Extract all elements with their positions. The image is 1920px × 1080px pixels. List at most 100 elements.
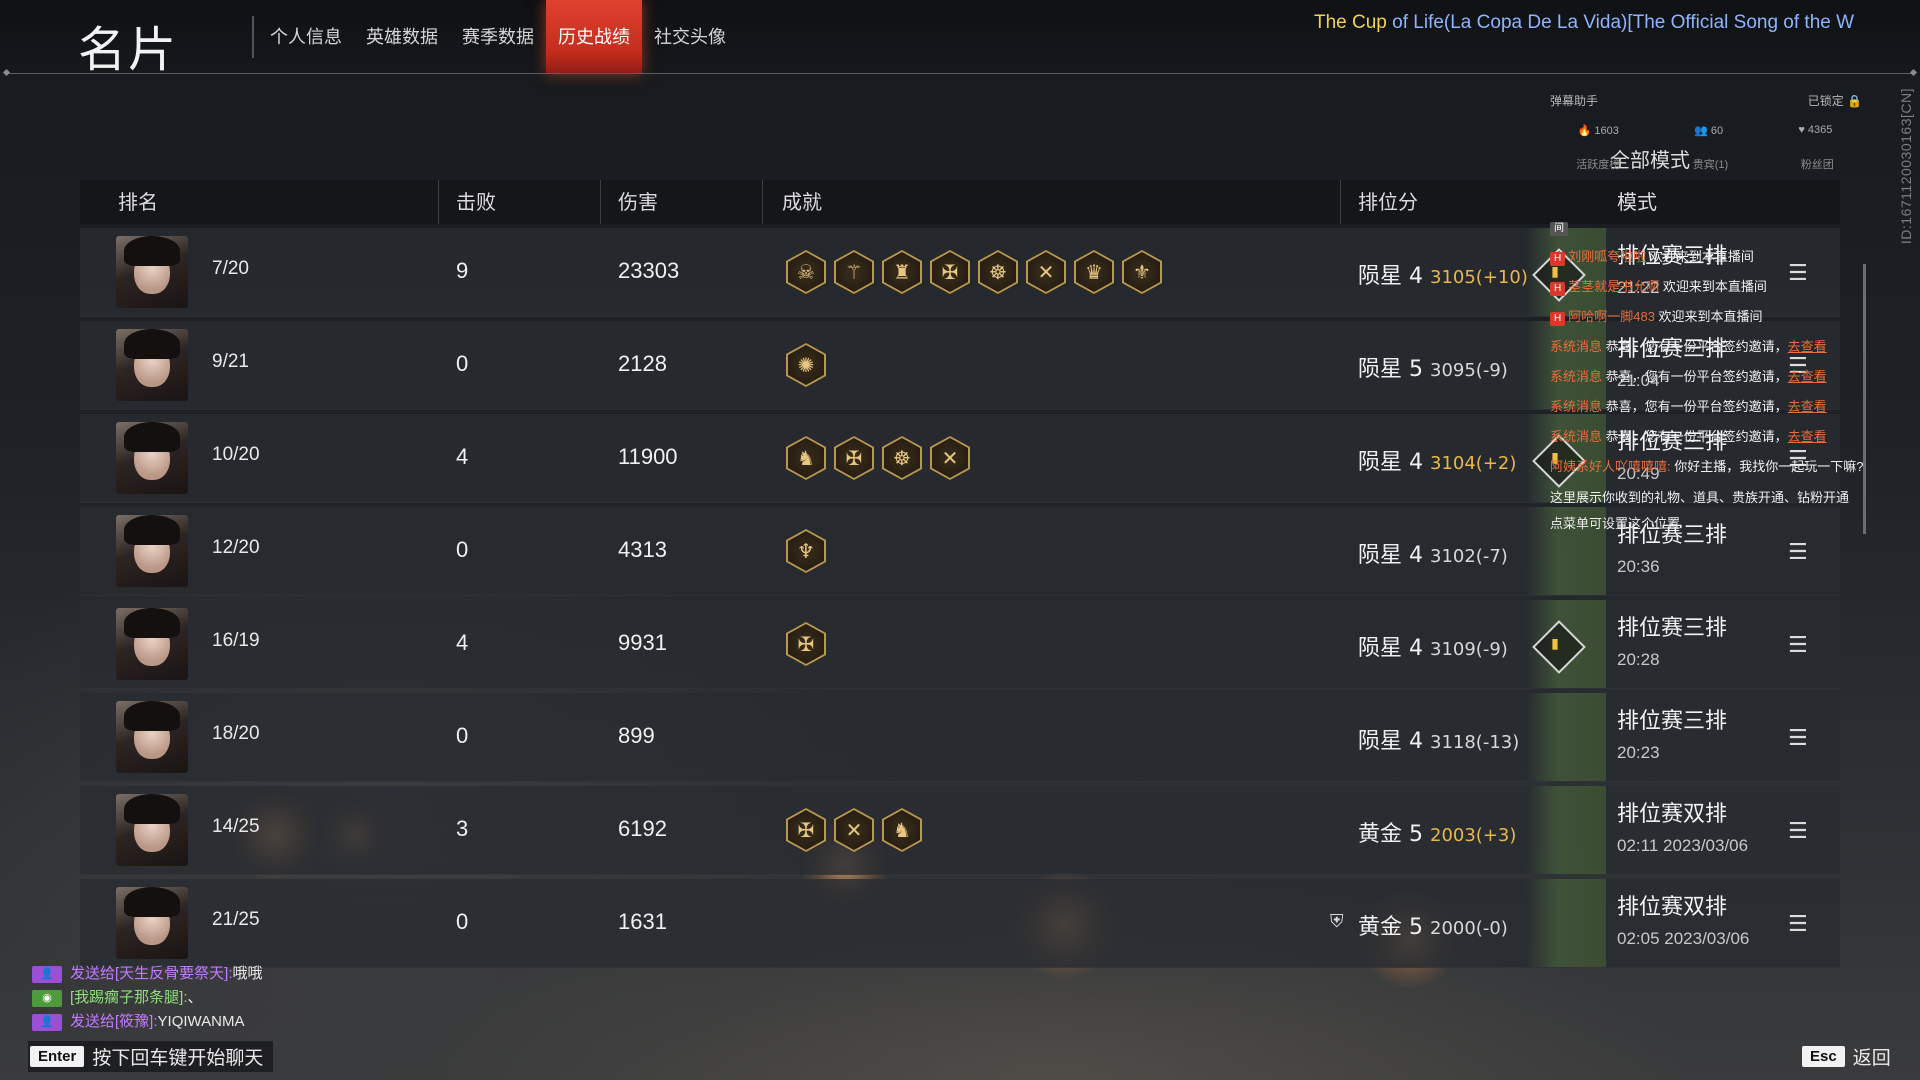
danmaku-view-link[interactable]: 去查看 xyxy=(1788,369,1827,384)
achievement-badge-icon[interactable]: ♞ xyxy=(786,436,826,480)
header-achievements: 成就 xyxy=(782,190,822,214)
tier-name: 陨星 4 xyxy=(1358,543,1423,568)
rank-score: 陨星 4 3118(-13) xyxy=(1358,723,1519,755)
header-separator xyxy=(438,180,439,224)
player-id: ID:1671120030163[CN] xyxy=(1898,88,1914,245)
rank-score: 陨星 4 3109(-9) xyxy=(1358,630,1508,662)
chat-input-hint[interactable]: Enter 按下回车键开始聊天 xyxy=(28,1041,274,1072)
tier-name: 黄金 5 xyxy=(1358,915,1423,940)
song-title-highlight: The Cup xyxy=(1314,12,1387,33)
chat-team-icon: ◉ xyxy=(32,989,62,1007)
achievement-badge-icon[interactable]: ✠ xyxy=(786,622,826,666)
achievement-badge-icon[interactable]: ⚚ xyxy=(834,250,874,294)
danmaku-sender: 阿姨系好人吖嘻嘻嘻: xyxy=(1550,459,1671,474)
tab-vip[interactable]: 贵宾(1) xyxy=(1693,156,1728,172)
achievement-list: ✺ xyxy=(786,343,826,387)
header-kills: 击败 xyxy=(456,190,496,214)
score-change: 2003(+3) xyxy=(1430,825,1517,846)
rank-protect-shield-icon: ⛨ xyxy=(1330,911,1344,931)
score-change: 3102(-7) xyxy=(1430,546,1508,567)
damage-value: 899 xyxy=(618,723,655,748)
hero-avatar xyxy=(116,701,188,773)
rank-value: 12/20 xyxy=(212,537,260,558)
tier-name: 陨星 4 xyxy=(1358,450,1423,475)
tier-name: 陨星 4 xyxy=(1358,729,1423,754)
achievement-badge-icon[interactable]: ☸ xyxy=(882,436,922,480)
tab-social-avatar[interactable]: 社交头像 xyxy=(642,0,738,74)
achievement-badge-icon[interactable]: ☸ xyxy=(978,250,1018,294)
chat-user-icon: 👤 xyxy=(32,1013,62,1031)
achievement-badge-icon[interactable]: ✠ xyxy=(786,808,826,852)
chat-hint-text: 按下回车键开始聊天 xyxy=(92,1047,264,1069)
header-score: 排位分 xyxy=(1358,190,1418,214)
nav-divider xyxy=(252,16,254,58)
score-change: 3105(+10) xyxy=(1430,267,1528,288)
score-change: 2000(-0) xyxy=(1430,918,1508,939)
hero-avatar xyxy=(116,236,188,308)
tier-name: 陨星 4 xyxy=(1358,636,1423,661)
danmaku-text: 恭喜，您有一份平台签约邀请， xyxy=(1602,369,1788,384)
achievement-list: ✠ xyxy=(786,622,826,666)
chat-sender: 发送给[筱豫]: xyxy=(70,1013,158,1030)
enter-key-badge: Enter xyxy=(30,1046,85,1067)
kills-value: 0 xyxy=(456,351,469,376)
hero-avatar xyxy=(116,794,188,866)
rank-score: 陨星 4 3104(+2) xyxy=(1358,444,1516,476)
danmaku-sender: 系统消息 xyxy=(1550,429,1603,444)
achievement-badge-icon[interactable]: ✕ xyxy=(834,808,874,852)
danmaku-view-link[interactable]: 去查看 xyxy=(1788,339,1827,354)
esc-key-badge: Esc xyxy=(1802,1046,1845,1067)
stat-viewers: 👥 60 xyxy=(1694,125,1724,137)
tab-match-history[interactable]: 历史战绩 xyxy=(546,0,642,74)
danmaku-line: 系统消息 恭喜，您有一份平台签约邀请，去查看 xyxy=(1550,392,1866,422)
damage-value: 6192 xyxy=(618,816,667,841)
danmaku-sender: 阿哈啊一脚483 xyxy=(1568,309,1655,324)
danmaku-view-link[interactable]: 去查看 xyxy=(1788,399,1827,414)
tab-fan-club[interactable]: 粉丝团 xyxy=(1801,156,1834,172)
achievement-list: ☠ ⚚ ♜ ✠ ☸ ✕ ♛ ⚜ xyxy=(786,250,1162,294)
chat-message: 哦哦 xyxy=(232,965,263,982)
damage-value: 9931 xyxy=(618,630,667,655)
achievement-badge-icon[interactable]: ♞ xyxy=(882,808,922,852)
achievement-badge-icon[interactable]: ✠ xyxy=(834,436,874,480)
danmaku-text: 你好主播，我找你一起玩一下嘛? xyxy=(1670,459,1864,474)
rank-value: 10/20 xyxy=(212,444,260,465)
rank-value: 9/21 xyxy=(212,351,249,372)
danmaku-lock[interactable]: 已锁定 🔒 xyxy=(1808,92,1862,109)
rank-value: 21/25 xyxy=(212,909,260,930)
tab-profile[interactable]: 个人信息 xyxy=(258,0,354,74)
tab-bar: 个人信息 英雄数据 赛季数据 历史战绩 社交头像 xyxy=(258,0,738,74)
rank-score: 黄金 5 2000(-0) xyxy=(1358,909,1508,941)
danmaku-sender: 茎茎就是书允啊 xyxy=(1568,279,1660,294)
kills-value: 0 xyxy=(456,909,469,934)
tab-season-data[interactable]: 赛季数据 xyxy=(450,0,546,74)
danmaku-text: 恭喜，您有一份平台签约邀请， xyxy=(1602,339,1788,354)
achievement-badge-icon[interactable]: ♛ xyxy=(1074,250,1114,294)
achievement-badge-icon[interactable]: ☠ xyxy=(786,250,826,294)
rank-value: 18/20 xyxy=(212,723,260,744)
header-separator xyxy=(600,180,601,224)
stat-likes: ♥ 4365 xyxy=(1798,124,1833,136)
top-bar: 名片 个人信息 英雄数据 赛季数据 历史战绩 社交头像 The Cup of L… xyxy=(0,0,1920,78)
achievement-badge-icon[interactable]: ✠ xyxy=(930,250,970,294)
tab-activity-rank[interactable]: 活跃度榜 xyxy=(1576,156,1620,172)
achievement-badge-icon[interactable]: ♜ xyxy=(882,250,922,294)
back-button[interactable]: Esc 返回 xyxy=(1802,1043,1891,1070)
danmaku-view-link[interactable]: 去查看 xyxy=(1788,429,1827,444)
danmaku-line: 系统消息 恭喜，您有一份平台签约邀请，去查看 xyxy=(1550,332,1866,362)
danmaku-note: 这里展示你收到的礼物、道具、贵族开通、钻粉开通 xyxy=(1550,490,1850,505)
danmaku-scrollbar[interactable] xyxy=(1863,264,1866,534)
chat-message: YIQIWANMA xyxy=(157,1013,245,1030)
danmaku-text: 欢迎来到本直播间 xyxy=(1659,279,1767,294)
danmaku-text: 恭喜，您有一份平台签约邀请， xyxy=(1602,399,1788,414)
chat-line: ◉ [我踢瘸子那条腿]: 、 xyxy=(32,986,263,1010)
rank-value: 7/20 xyxy=(212,258,249,279)
achievement-badge-icon[interactable]: ⚜ xyxy=(1122,250,1162,294)
damage-value: 23303 xyxy=(618,258,680,283)
achievement-badge-icon[interactable]: ✕ xyxy=(1026,250,1066,294)
achievement-badge-icon[interactable]: ✺ xyxy=(786,343,826,387)
tab-hero-data[interactable]: 英雄数据 xyxy=(354,0,450,74)
achievement-badge-icon[interactable]: ✕ xyxy=(930,436,970,480)
achievement-badge-icon[interactable]: ♆ xyxy=(786,529,826,573)
lock-label: 已锁定 xyxy=(1807,94,1844,108)
